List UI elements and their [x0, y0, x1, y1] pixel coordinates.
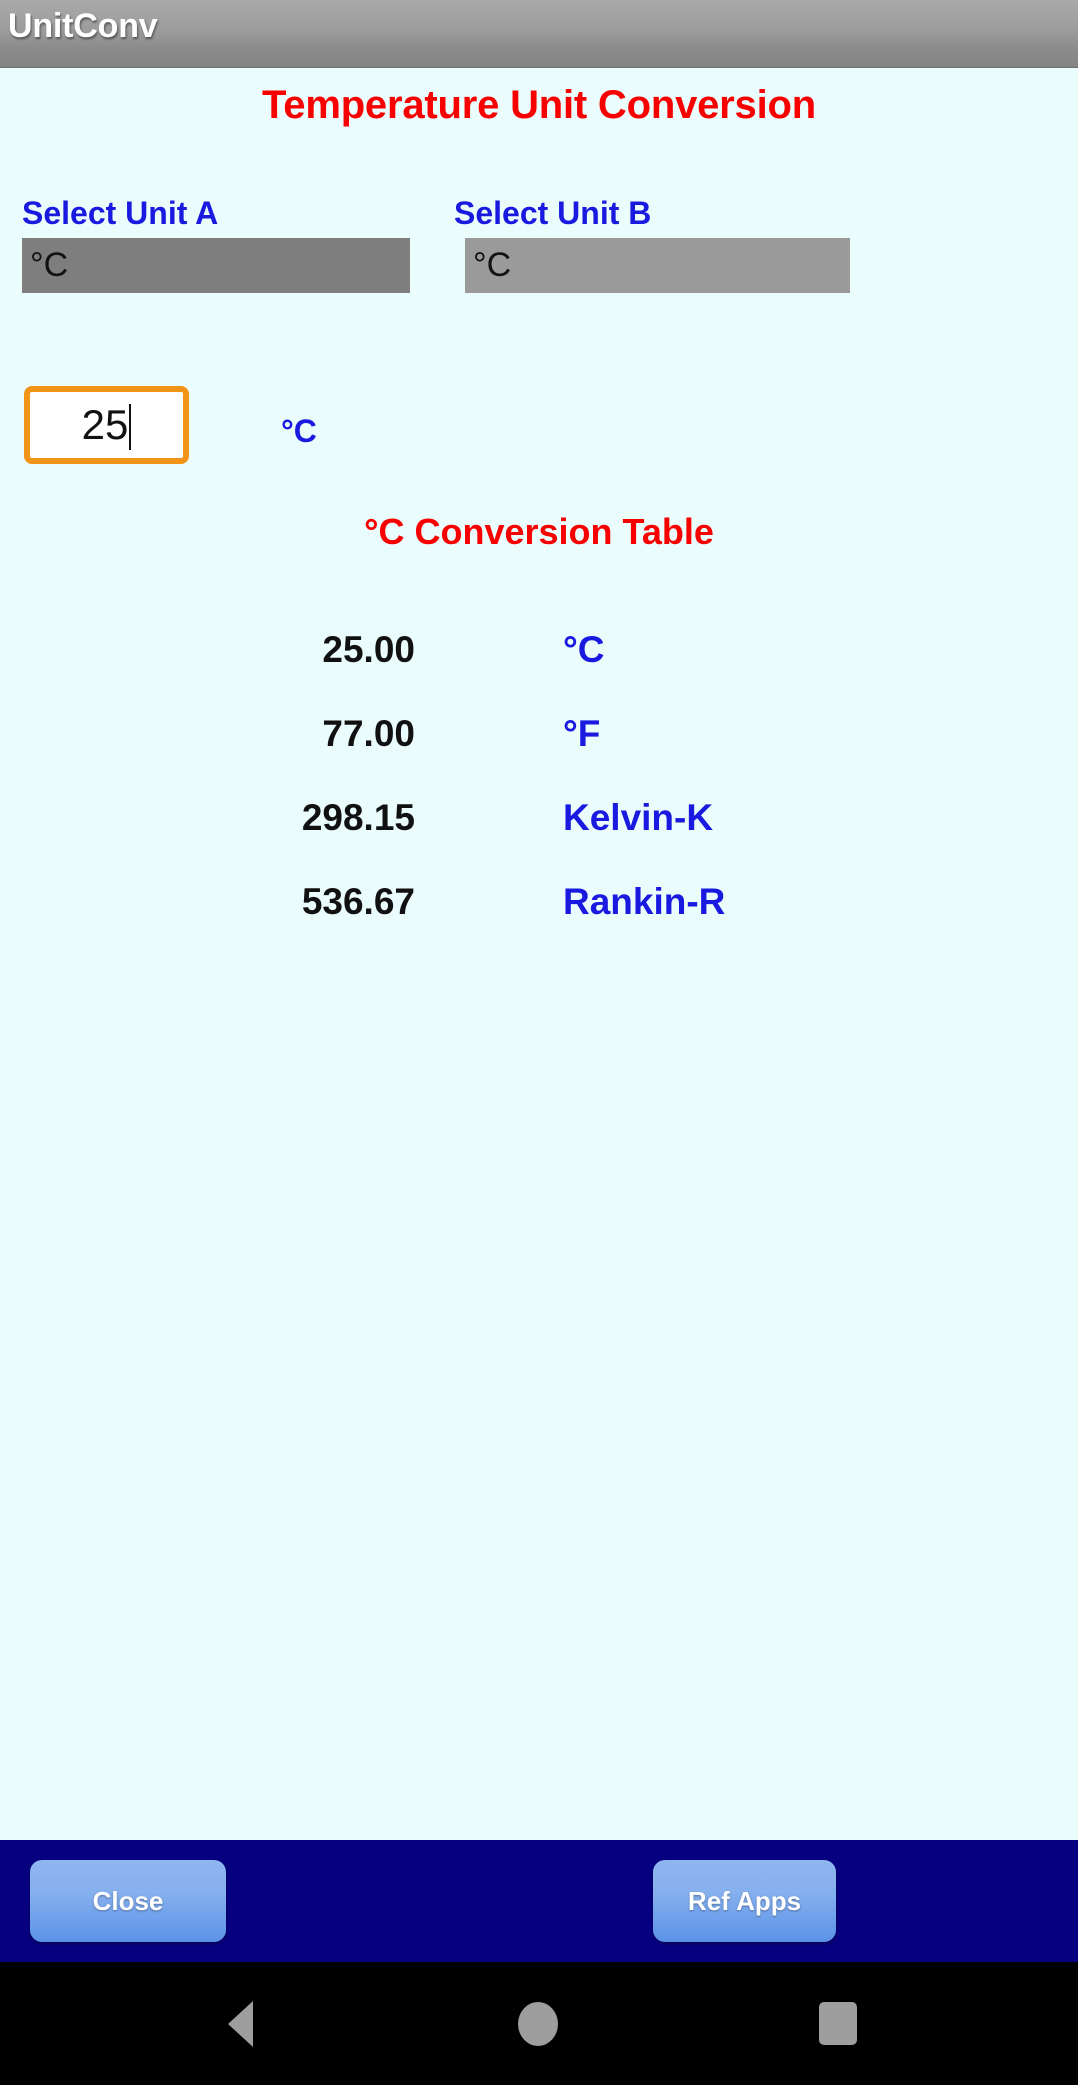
table-cell-unit: Kelvin-K [563, 797, 714, 838]
label-select-unit-a: Select Unit A [22, 195, 219, 231]
nav-home-button[interactable] [458, 1962, 618, 2085]
page-title: Temperature Unit Conversion [262, 83, 816, 127]
nav-recents-button[interactable] [758, 1962, 918, 2085]
conversion-table: 25.00 °C 77.00 °F 298.15 Kelvin-K 536.67… [0, 608, 1078, 944]
table-row: 25.00 °C [0, 608, 1078, 692]
text-cursor [129, 404, 132, 450]
value-input-field[interactable]: 25 [24, 386, 189, 464]
unit-b-selected-value: °C [473, 246, 512, 284]
back-icon [227, 2000, 253, 2047]
android-navigation-bar [0, 1962, 1078, 2085]
table-cell-unit: Rankin-R [563, 881, 726, 922]
table-cell-value: 25.00 [322, 629, 415, 670]
app-title: UnitConv [8, 7, 158, 45]
close-button-label: Close [92, 1885, 164, 1916]
conversion-table-title: °C Conversion Table [364, 511, 714, 552]
home-icon [518, 2001, 558, 2046]
input-unit-label: °C [281, 413, 317, 449]
value-input-text: 25 [81, 401, 129, 448]
ref-apps-button[interactable]: Ref Apps [653, 1860, 836, 1942]
unit-a-dropdown[interactable]: °C [22, 238, 410, 293]
table-row: 536.67 Rankin-R [0, 860, 1078, 944]
app-window: UnitConv Temperature Unit Conversion Sel… [0, 0, 1078, 2085]
table-cell-unit: °F [563, 713, 601, 754]
table-row: 298.15 Kelvin-K [0, 776, 1078, 860]
content-area: Temperature Unit Conversion Select Unit … [0, 68, 1078, 1840]
table-cell-value: 536.67 [301, 881, 415, 922]
unit-a-selected-value: °C [30, 246, 69, 284]
table-cell-unit: °C [563, 629, 605, 670]
bottom-button-bar: Close Ref Apps [0, 1840, 1078, 1962]
action-bar: UnitConv [0, 0, 1078, 68]
table-cell-value: 77.00 [322, 713, 415, 754]
close-button[interactable]: Close [30, 1860, 226, 1942]
table-row: 77.00 °F [0, 692, 1078, 776]
table-cell-value: 298.15 [301, 797, 415, 838]
nav-back-button[interactable] [160, 1962, 320, 2085]
ref-apps-button-label: Ref Apps [687, 1885, 802, 1916]
unit-b-dropdown[interactable]: °C [465, 238, 850, 293]
recents-icon [819, 2002, 857, 2045]
label-select-unit-b: Select Unit B [454, 195, 652, 231]
